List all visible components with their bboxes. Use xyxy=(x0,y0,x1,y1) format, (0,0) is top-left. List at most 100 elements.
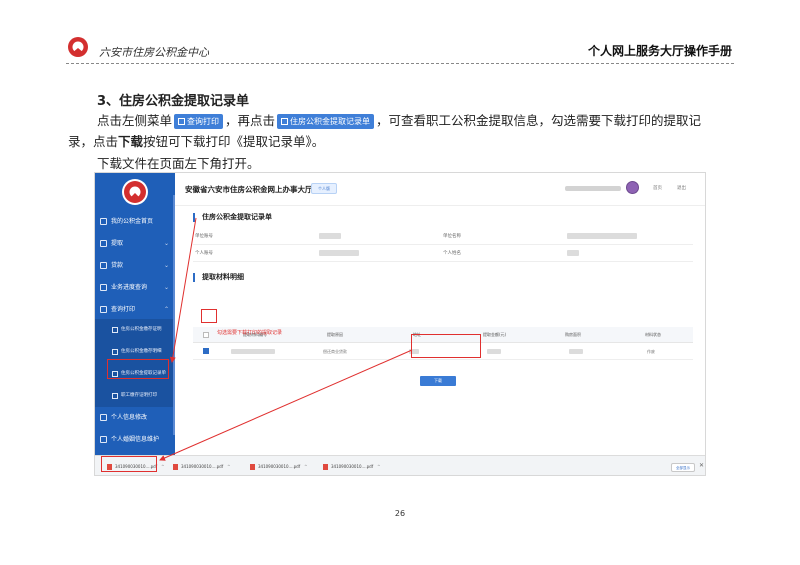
p1-text-b: ，再点击 xyxy=(225,113,276,128)
download-file-2[interactable]: 341090030010....pdf ^ xyxy=(173,461,230,473)
withdraw-icon xyxy=(100,240,107,247)
chevron-up-icon: ^ xyxy=(227,464,231,469)
document-icon xyxy=(281,118,289,125)
redacted-value xyxy=(487,349,501,354)
sidebar-item-label: 贷款 xyxy=(111,262,124,269)
document-icon xyxy=(112,393,118,399)
chevron-down-icon: ⌄ xyxy=(163,284,169,291)
page-number: 26 xyxy=(394,509,406,518)
record-section-title: 住房公积金提取记录单 xyxy=(193,213,272,222)
download-file-name: 341090030010....pdf xyxy=(258,464,301,469)
pdf-file-icon xyxy=(250,464,255,470)
sidebar-logo-icon xyxy=(122,179,148,205)
p2-bold-download: 下载 xyxy=(118,134,144,149)
table-cell: 偿还商业贷款 xyxy=(323,349,347,354)
avatar[interactable] xyxy=(626,181,639,194)
sidebar-subitem-employee-proof[interactable]: 职工缴存证明打印 xyxy=(95,385,175,407)
version-chip: 个人版 xyxy=(311,183,337,194)
show-all-downloads-button[interactable]: 全部显示 xyxy=(671,463,695,472)
highlight-box-menu xyxy=(107,359,169,379)
sidebar-item-progress[interactable]: 业务进度查询 ⌄ xyxy=(95,277,175,299)
select-all-checkbox[interactable] xyxy=(203,332,209,338)
sidebar: 我的公积金首页 提取 ⌄ 贷款 ⌄ 业务进度查询 ⌄ 查询打印 ⌃ 住房公积金缴存证明 … xyxy=(95,173,175,455)
inline-button-label-2: 住房公积金提取记录单 xyxy=(290,117,371,126)
form-row-personal: 个人账号 个人姓名 xyxy=(193,245,693,262)
inline-button-label-1: 查询打印 xyxy=(187,117,220,126)
topbar-home-link[interactable]: 首页 xyxy=(653,185,662,191)
sidebar-item-home[interactable]: 我的公积金首页 xyxy=(95,211,175,233)
row-checkbox[interactable] xyxy=(203,348,209,354)
instruction-paragraph-2: 录，点击下载按钮可下载打印《提取记录单》。 xyxy=(68,131,324,150)
chevron-up-icon: ⌃ xyxy=(163,306,169,313)
annotation-note: 勾选需要下载打印的提取记录 xyxy=(217,330,283,336)
p1-text-c: ，可查看职工公积金提取信息，勾选需要下载打印的提取记 xyxy=(376,113,702,128)
center-name: 六安市住房公积金中心 xyxy=(99,46,209,59)
print-icon xyxy=(178,118,186,125)
form-label: 单位名称 xyxy=(443,234,461,239)
p2-text-a: 录，点击 xyxy=(68,134,119,149)
document-icon xyxy=(112,327,118,333)
highlight-box-download xyxy=(411,334,481,358)
inline-query-print-button: 查询打印 xyxy=(174,114,224,129)
sidebar-item-label: 查询打印 xyxy=(111,306,136,313)
loan-icon xyxy=(100,262,107,269)
close-icon[interactable]: ✕ xyxy=(699,462,704,469)
highlight-box-checkbox xyxy=(201,309,217,323)
housing-fund-logo-icon xyxy=(68,37,88,57)
highlight-box-download-file xyxy=(101,456,157,472)
form-label: 个人账号 xyxy=(195,251,213,256)
sidebar-subitem-deposit-proof[interactable]: 住房公积金缴存证明 xyxy=(95,319,175,341)
redacted-value xyxy=(319,233,341,239)
sidebar-subitem-label: 住房公积金缴存证明 xyxy=(121,327,162,332)
manual-title: 个人网上服务大厅操作手册 xyxy=(587,44,732,58)
column-header: 提取金额(元) xyxy=(483,332,507,337)
redacted-value xyxy=(319,250,359,256)
column-header: 材料状态 xyxy=(645,332,661,337)
document-icon xyxy=(112,349,118,355)
section-title: 3、住房公积金提取记录单 xyxy=(97,94,250,109)
sidebar-item-query-print[interactable]: 查询打印 ⌃ xyxy=(95,299,175,321)
sidebar-item-label: 个人信息修改 xyxy=(111,414,148,421)
sidebar-item-label: 业务进度查询 xyxy=(111,284,148,291)
inline-record-sheet-button: 住房公积金提取记录单 xyxy=(277,114,375,129)
sidebar-item-marriage-info[interactable]: 个人婚姻信息维护 xyxy=(95,429,175,451)
progress-icon xyxy=(100,284,107,291)
user-name-redacted xyxy=(565,186,621,191)
browser-download-bar: 341090030010....pdf ^ 341090030010....pdf… xyxy=(95,455,705,475)
form-label: 单位账号 xyxy=(195,234,213,239)
redacted-value xyxy=(569,349,583,354)
detail-section-title: 提取材料明细 xyxy=(193,273,244,282)
embedded-screenshot: 我的公积金首页 提取 ⌄ 贷款 ⌄ 业务进度查询 ⌄ 查询打印 ⌃ 住房公积金缴存证明 … xyxy=(94,172,706,476)
sidebar-subitem-label: 职工缴存证明打印 xyxy=(121,393,157,398)
form-label: 个人姓名 xyxy=(443,251,461,256)
sidebar-item-personal-info[interactable]: 个人信息修改 xyxy=(95,407,175,429)
print-icon xyxy=(100,306,107,313)
download-file-4[interactable]: 341090030010....pdf ^ xyxy=(323,461,380,473)
chevron-down-icon: ⌄ xyxy=(163,240,169,247)
site-title: 安徽省六安市住房公积金网上办事大厅 xyxy=(185,185,313,194)
pdf-file-icon xyxy=(173,464,178,470)
chevron-up-icon: ^ xyxy=(377,464,381,469)
column-header: 提取原因 xyxy=(327,332,343,337)
sidebar-subitem-label: 住房公积金缴存明细 xyxy=(121,349,162,354)
column-header: 购房面积 xyxy=(565,332,581,337)
download-file-3[interactable]: 341090030010....pdf ^ xyxy=(250,461,307,473)
download-file-name: 341090030010....pdf xyxy=(181,464,224,469)
table-cell: 作废 xyxy=(647,349,655,354)
chevron-up-icon: ^ xyxy=(304,464,308,469)
redacted-value xyxy=(231,349,275,354)
sidebar-item-loan[interactable]: 贷款 ⌄ xyxy=(95,255,175,277)
topbar-logout-link[interactable]: 退出 xyxy=(677,185,686,191)
chevron-up-icon: ^ xyxy=(161,464,165,469)
redacted-value xyxy=(567,250,579,256)
edit-icon xyxy=(100,436,107,443)
sidebar-item-label: 个人婚姻信息维护 xyxy=(111,436,160,443)
sidebar-item-withdraw[interactable]: 提取 ⌄ xyxy=(95,233,175,255)
top-bar: 安徽省六安市住房公积金网上办事大厅 个人版 首页 退出 xyxy=(175,173,705,206)
p1-text-a: 点击左侧菜单 xyxy=(97,113,173,128)
edit-icon xyxy=(100,414,107,421)
page-header: 六安市住房公积金中心 个人网上服务大厅操作手册 xyxy=(66,34,734,64)
download-button[interactable]: 下载 xyxy=(420,376,456,386)
sidebar-item-label: 提取 xyxy=(111,240,124,247)
form-row-unit: 单位账号 单位名称 xyxy=(193,228,693,245)
